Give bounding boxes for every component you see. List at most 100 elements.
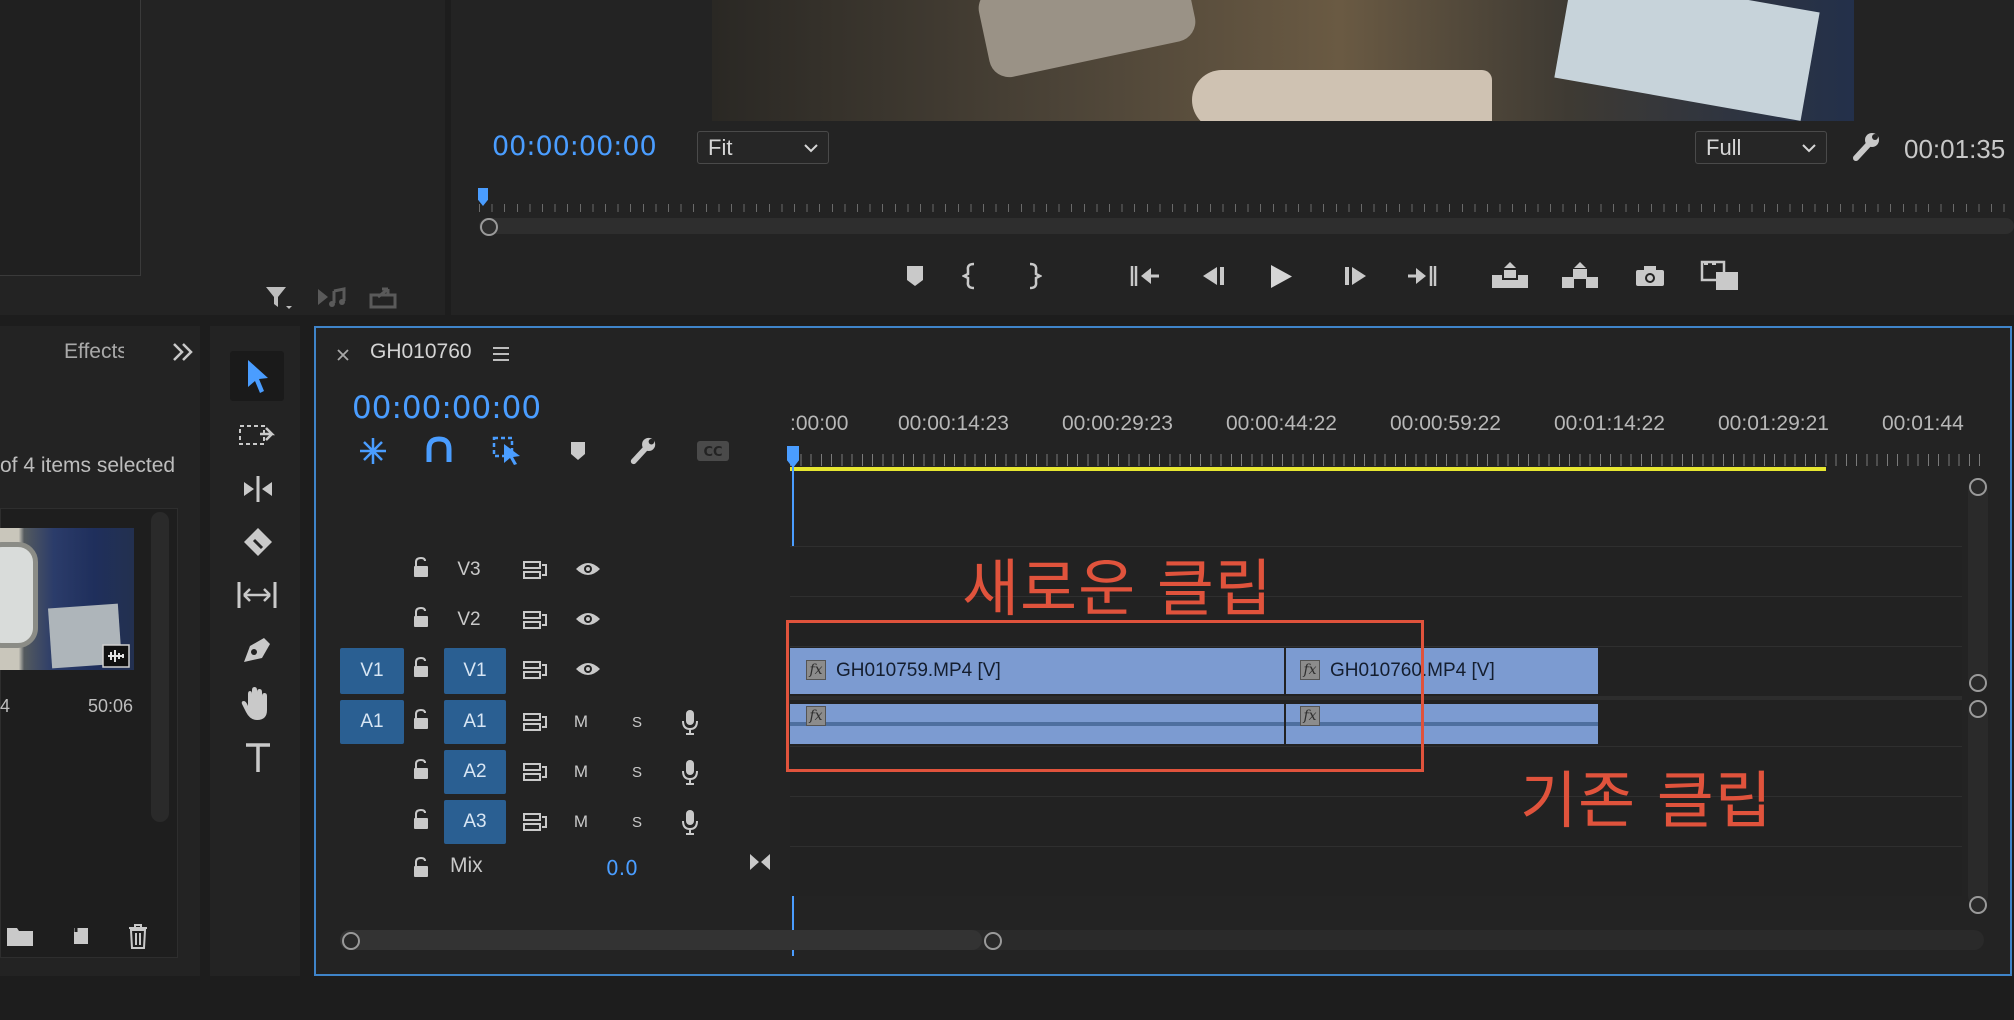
audio-scroll-handle-bottom[interactable] xyxy=(1969,896,1987,914)
ruler-label: 00:01:14:22 xyxy=(1554,412,1665,435)
export-frame-icon[interactable] xyxy=(1634,264,1666,288)
program-zoom-bar[interactable] xyxy=(479,218,2014,234)
track-a3[interactable]: A3 xyxy=(444,800,506,844)
lift-icon[interactable] xyxy=(1489,261,1531,291)
source-patch-a1[interactable]: A1 xyxy=(340,700,404,744)
effects-tab[interactable]: Effects xyxy=(64,340,124,364)
microphone-icon[interactable] xyxy=(680,758,700,786)
step-forward-icon[interactable] xyxy=(1342,265,1370,287)
ruler-label: :00:00 xyxy=(790,412,849,435)
program-timecode[interactable]: 00:00:00:00 xyxy=(492,131,657,162)
extract-icon[interactable] xyxy=(1559,261,1601,291)
new-item-icon[interactable] xyxy=(68,924,92,948)
quality-select[interactable]: Full xyxy=(1695,131,1827,164)
hand-icon[interactable] xyxy=(240,686,274,722)
sync-lock-icon[interactable] xyxy=(522,610,548,630)
go-to-in-icon[interactable] xyxy=(1129,263,1161,289)
eye-icon[interactable] xyxy=(574,660,602,678)
video-arm-shape xyxy=(1192,70,1492,121)
razor-icon[interactable] xyxy=(242,524,276,558)
insert-audio-icon[interactable] xyxy=(316,283,348,311)
lock-icon[interactable] xyxy=(412,808,430,830)
timeline-settings-wrench-icon[interactable] xyxy=(628,436,658,466)
fit-select-value: Fit xyxy=(708,134,733,160)
sequence-timecode[interactable]: 00:00:00:00 xyxy=(352,390,541,426)
lock-icon[interactable] xyxy=(412,856,430,878)
track-a1[interactable]: A1 xyxy=(444,700,506,744)
mark-out-icon[interactable] xyxy=(1026,262,1042,290)
ruler-label: 00:00:59:22 xyxy=(1390,412,1501,435)
quality-select-value: Full xyxy=(1706,134,1742,160)
timeline-zoom-range[interactable] xyxy=(340,930,982,950)
play-icon[interactable] xyxy=(1268,263,1294,290)
track-v2[interactable]: V2 xyxy=(444,604,494,636)
go-to-out-icon[interactable] xyxy=(1406,263,1438,289)
compare-view-icon[interactable] xyxy=(1700,260,1740,292)
solo-button-a3[interactable]: S xyxy=(622,806,652,838)
sequence-tab[interactable]: GH010760 xyxy=(370,340,472,364)
hamburger-menu-icon[interactable] xyxy=(492,346,510,362)
pen-icon[interactable] xyxy=(240,632,276,666)
track-divider xyxy=(790,796,1962,797)
sync-lock-icon[interactable] xyxy=(522,560,548,580)
source-patch-v1[interactable]: V1 xyxy=(340,648,404,694)
sync-lock-icon[interactable] xyxy=(522,812,548,832)
program-zoom-handle[interactable] xyxy=(480,218,498,236)
sync-lock-icon[interactable] xyxy=(522,660,548,680)
export-icon[interactable] xyxy=(368,283,400,311)
mix-value[interactable]: 0.0 xyxy=(606,856,638,880)
audio-scrollbar[interactable] xyxy=(1968,700,1988,906)
filter-icon[interactable] xyxy=(262,282,292,312)
linked-selection-icon[interactable] xyxy=(492,436,524,466)
project-scrollbar[interactable] xyxy=(151,512,169,822)
type-tool-icon[interactable] xyxy=(244,742,272,774)
collapse-tracks-icon[interactable] xyxy=(748,852,772,872)
slip-icon[interactable] xyxy=(236,580,278,610)
mark-in-icon[interactable] xyxy=(962,262,978,290)
captions-icon[interactable]: CC xyxy=(696,440,730,462)
solo-button-a1[interactable]: S xyxy=(622,706,652,738)
sync-lock-icon[interactable] xyxy=(522,712,548,732)
close-icon[interactable] xyxy=(336,348,350,362)
video-scroll-handle-top[interactable] xyxy=(1969,478,1987,496)
lock-icon[interactable] xyxy=(412,556,430,578)
microphone-icon[interactable] xyxy=(680,708,700,736)
lock-icon[interactable] xyxy=(412,606,430,628)
ripple-edit-icon[interactable] xyxy=(238,474,278,504)
video-scrollbar[interactable] xyxy=(1968,478,1988,688)
track-select-icon[interactable] xyxy=(238,422,276,454)
sync-lock-icon[interactable] xyxy=(522,762,548,782)
mute-button-a3[interactable]: M xyxy=(566,806,596,838)
eye-icon[interactable] xyxy=(574,560,602,578)
add-marker-icon[interactable] xyxy=(569,440,587,462)
mute-button-a2[interactable]: M xyxy=(566,756,596,788)
lock-icon[interactable] xyxy=(412,758,430,780)
existing-clip-annotation: 기존 클립 xyxy=(1520,764,1773,837)
track-v3[interactable]: V3 xyxy=(444,554,494,586)
track-v1[interactable]: V1 xyxy=(444,648,506,694)
add-marker-icon[interactable] xyxy=(904,264,926,288)
panel-overflow-icon[interactable] xyxy=(172,342,194,362)
solo-button-a2[interactable]: S xyxy=(622,756,652,788)
microphone-icon[interactable] xyxy=(680,808,700,836)
snap-icon[interactable] xyxy=(426,436,452,464)
zoom-handle-right[interactable] xyxy=(984,932,1002,950)
work-area-bar[interactable] xyxy=(790,467,1826,471)
new-bin-icon[interactable] xyxy=(5,924,35,948)
wrench-icon[interactable] xyxy=(1850,132,1882,162)
lock-icon[interactable] xyxy=(412,708,430,730)
video-scroll-handle-bottom[interactable] xyxy=(1969,674,1987,692)
eye-icon[interactable] xyxy=(574,610,602,628)
zoom-handle-left[interactable] xyxy=(342,932,360,950)
fit-select[interactable]: Fit xyxy=(697,131,829,164)
lock-icon[interactable] xyxy=(412,656,430,678)
track-a2[interactable]: A2 xyxy=(444,750,506,794)
mute-button-a1[interactable]: M xyxy=(566,706,596,738)
program-ruler[interactable] xyxy=(479,188,2014,214)
step-back-icon[interactable] xyxy=(1199,265,1227,287)
nest-icon[interactable] xyxy=(358,436,388,466)
audio-scroll-handle-top[interactable] xyxy=(1969,700,1987,718)
ruler-label: 00:01:44 xyxy=(1882,412,1964,435)
selection-status: of 4 items selected xyxy=(0,454,176,477)
trash-icon[interactable] xyxy=(126,922,150,950)
